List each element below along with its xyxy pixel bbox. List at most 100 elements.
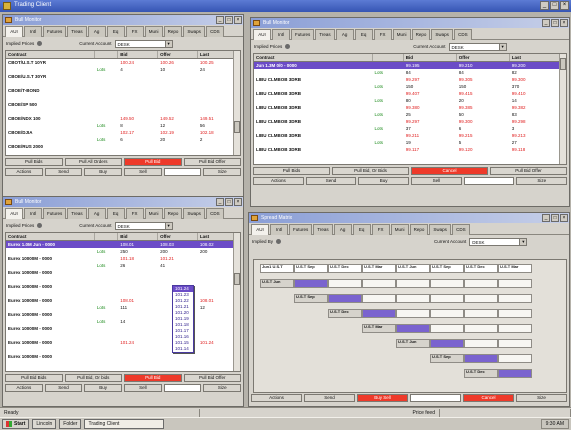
cell-contract[interactable]: Jun 1.3M 0/0 - 0000 xyxy=(254,62,373,69)
send-button[interactable]: Send xyxy=(304,394,355,402)
cell-qty-label[interactable] xyxy=(95,241,118,248)
cell-qty-label[interactable] xyxy=(95,59,118,66)
cell-bid[interactable]: 111 xyxy=(118,304,158,311)
maximize-icon[interactable]: □ xyxy=(551,214,559,222)
cell-last[interactable]: 99.298 xyxy=(510,118,560,125)
column-header[interactable] xyxy=(373,54,404,61)
actions-button[interactable]: Actions xyxy=(253,177,304,185)
cell-bid[interactable]: 84 xyxy=(404,69,457,76)
matrix-cell[interactable] xyxy=(464,309,498,318)
matrix-cell[interactable] xyxy=(328,279,362,288)
cell-contract[interactable]: Eurex 10000M - 0000 xyxy=(6,311,95,318)
cell-bid[interactable] xyxy=(118,143,158,150)
cell-bid[interactable]: 99.211 xyxy=(404,132,457,139)
cell-qty-label[interactable] xyxy=(95,332,118,339)
cell-contract[interactable] xyxy=(6,318,95,325)
cell-offer[interactable]: 6 xyxy=(457,125,510,132)
vertical-scrollbar[interactable] xyxy=(559,54,566,164)
cell-contract[interactable] xyxy=(6,136,95,143)
cell-qty-label[interactable]: Lots xyxy=(373,97,404,104)
matrix-column-header[interactable]: U.S.T Mar xyxy=(498,264,532,273)
matrix-cell[interactable] xyxy=(498,354,532,363)
size-button[interactable]: Size xyxy=(516,394,567,402)
cell-qty-label[interactable] xyxy=(373,146,404,153)
matrix-cell[interactable] xyxy=(328,294,362,303)
cell-bid[interactable]: 99.407 xyxy=(404,90,457,97)
tab-eq[interactable]: Eq xyxy=(352,224,371,235)
table-row[interactable]: LIBU CLMBOB 3DRB 99.297 99.305 99.300 xyxy=(254,76,566,83)
cell-offer[interactable]: 99.215 xyxy=(457,132,510,139)
cell-qty-label[interactable] xyxy=(95,115,118,122)
cell-contract[interactable]: CBOE/SP 500 xyxy=(6,101,95,108)
cell-last[interactable]: 99.410 xyxy=(510,90,560,97)
cell-contract[interactable] xyxy=(6,346,95,353)
quantity-field[interactable] xyxy=(463,177,515,185)
table-row[interactable]: Lots 14 xyxy=(6,318,240,325)
cell-bid[interactable] xyxy=(118,101,158,108)
tab-swaps[interactable]: Swaps xyxy=(183,208,205,219)
cell-bid[interactable] xyxy=(118,346,158,353)
tab-cds[interactable]: CDS xyxy=(205,26,224,37)
cell-bid[interactable]: 149.50 xyxy=(118,115,158,122)
cell-last[interactable] xyxy=(198,101,235,108)
column-header[interactable] xyxy=(95,233,119,240)
table-row[interactable]: Lots 6 20 2 xyxy=(6,136,240,143)
table-row[interactable]: Lots 111 12 xyxy=(6,304,240,311)
tab-treas[interactable]: Treas xyxy=(315,29,335,40)
cell-qty-label[interactable] xyxy=(95,269,118,276)
column-header[interactable]: Bid xyxy=(404,54,457,61)
matrix-cell[interactable] xyxy=(396,324,430,333)
close-icon[interactable]: × xyxy=(234,198,242,206)
table-row[interactable]: Lots 150 150 370 xyxy=(254,83,566,90)
table-row[interactable] xyxy=(6,94,240,101)
table-row[interactable]: Eurex 10000M - 0000 xyxy=(6,325,240,332)
pull-bid-bids-button[interactable]: Pull Bid Bids xyxy=(5,374,63,382)
matrix-cell[interactable] xyxy=(294,279,328,288)
cell-last[interactable] xyxy=(198,269,235,276)
pull-bid-or-bids-button[interactable]: Pull Bid, Or bids xyxy=(64,374,122,382)
cell-bid[interactable] xyxy=(118,269,158,276)
tab-aui[interactable]: AUI xyxy=(5,26,23,37)
minimize-icon[interactable]: _ xyxy=(542,19,550,27)
taskbar-item-2[interactable]: Folder xyxy=(59,419,82,429)
matrix-cell[interactable] xyxy=(464,279,498,288)
cell-qty-label[interactable] xyxy=(373,90,404,97)
tab-cds[interactable]: CDS xyxy=(453,29,472,40)
cell-contract[interactable]: Eurex 1.0M Jun - 0000 xyxy=(6,241,95,248)
cell-bid[interactable]: 100.24 xyxy=(118,59,158,66)
pull-bid-button[interactable]: Pull Bid xyxy=(124,374,182,382)
cell-qty-label[interactable]: Lots xyxy=(95,318,118,325)
tab-treas[interactable]: Treas xyxy=(67,26,87,37)
cell-bid[interactable]: 4 xyxy=(118,66,158,73)
cell-contract[interactable] xyxy=(6,108,95,115)
cell-last[interactable]: 99.118 xyxy=(510,146,560,153)
matrix-row-header[interactable]: U.S.T Sep xyxy=(430,354,464,363)
cell-contract[interactable] xyxy=(254,97,373,104)
cell-qty-label[interactable] xyxy=(95,101,118,108)
cell-bid[interactable]: 99.195 xyxy=(404,62,457,69)
taskbar-item-3[interactable]: Trading Client xyxy=(84,419,165,429)
cell-qty-label[interactable] xyxy=(95,73,118,80)
cell-qty-label[interactable] xyxy=(95,255,118,262)
cell-offer[interactable]: 200 xyxy=(158,248,198,255)
cell-last[interactable]: 200 xyxy=(198,248,235,255)
matrix-cell[interactable] xyxy=(430,294,464,303)
table-row[interactable]: Eurex 10000M - 0000 108.01 108.01 xyxy=(6,297,240,304)
cell-offer[interactable]: 10 xyxy=(158,66,198,73)
cell-last[interactable]: 99.200 xyxy=(510,62,560,69)
matrix-row-header[interactable]: U.S.T Jun xyxy=(396,339,430,348)
window-titlebar[interactable]: Spread Matrix _ □ × xyxy=(249,213,569,223)
column-header[interactable]: Bid xyxy=(118,233,159,240)
cell-offer[interactable]: 102.19 xyxy=(158,129,198,136)
table-row[interactable]: Lots 26 41 xyxy=(6,262,240,269)
cell-contract[interactable]: LIBU CLMBOB 3DRB xyxy=(254,118,373,125)
tab-fx[interactable]: FX xyxy=(125,208,144,219)
tab-aui[interactable]: AUI xyxy=(5,208,23,219)
pin-icon[interactable] xyxy=(276,239,282,244)
matrix-column-header[interactable]: U.S.T Mar xyxy=(362,264,396,273)
matrix-cell[interactable] xyxy=(396,279,430,288)
table-row[interactable]: Lots 80 20 14 xyxy=(254,97,566,104)
cell-offer[interactable] xyxy=(158,94,198,101)
minimize-icon[interactable]: _ xyxy=(216,16,224,24)
cell-last[interactable] xyxy=(198,283,235,290)
